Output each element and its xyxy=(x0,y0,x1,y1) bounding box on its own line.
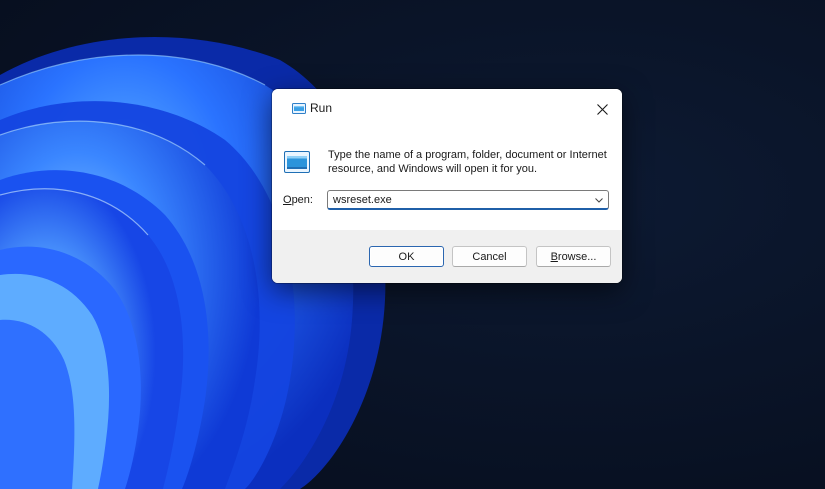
dialog-titlebar[interactable]: Run xyxy=(272,89,622,129)
dialog-footer: OK Cancel Browse... xyxy=(272,230,622,283)
instruction-text: Type the name of a program, folder, docu… xyxy=(328,149,607,175)
dialog-title: Run xyxy=(310,101,333,115)
chevron-down-icon[interactable] xyxy=(594,195,604,205)
browse-button[interactable]: Browse... xyxy=(536,246,611,267)
browse-label: rowse... xyxy=(557,250,597,263)
open-label: Open: xyxy=(283,194,313,206)
open-label-text: pen: xyxy=(291,194,313,206)
ok-button[interactable]: OK xyxy=(369,246,444,267)
desktop-background: Run Type the name of a program, folder, … xyxy=(0,0,825,489)
close-button[interactable] xyxy=(582,89,622,129)
close-icon xyxy=(596,103,608,115)
run-dialog: Run Type the name of a program, folder, … xyxy=(272,89,622,283)
open-input[interactable] xyxy=(333,191,583,209)
cancel-button[interactable]: Cancel xyxy=(452,246,527,267)
open-combobox[interactable] xyxy=(327,190,609,210)
open-label-accelerator: O xyxy=(283,194,292,206)
run-icon xyxy=(284,151,310,173)
browse-accelerator: B xyxy=(550,250,558,263)
run-icon xyxy=(292,103,306,114)
dialog-body: Type the name of a program, folder, docu… xyxy=(272,129,622,230)
